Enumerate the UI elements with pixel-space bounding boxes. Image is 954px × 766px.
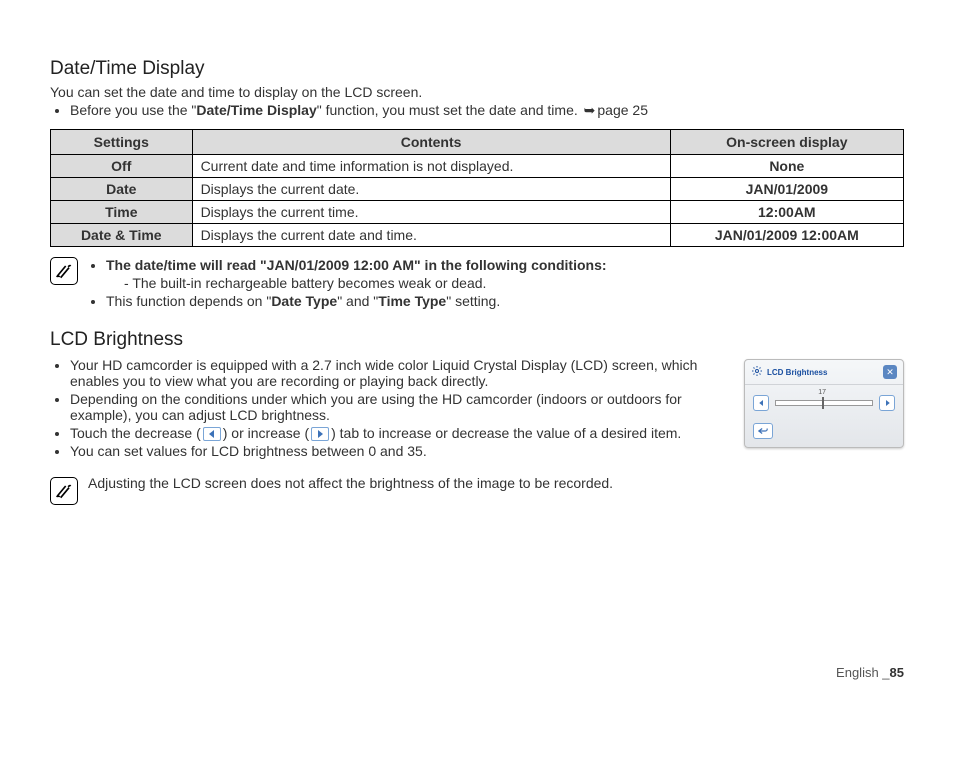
cell-contents: Displays the current date.: [192, 178, 670, 201]
table-row: Off Current date and time information is…: [51, 155, 904, 178]
note-body: Adjusting the LCD screen does not affect…: [88, 475, 904, 491]
note-icon: [50, 257, 78, 285]
table-header-row: Settings Contents On-screen display: [51, 130, 904, 155]
lcd-brightness-panel: LCD Brightness ✕ 17: [744, 359, 904, 448]
cell-display: JAN/01/2009 12:00AM: [670, 224, 903, 247]
page-footer: English _85: [50, 665, 904, 680]
th-onscreen: On-screen display: [670, 130, 903, 155]
lcd-panel-title: LCD Brightness: [767, 368, 883, 377]
table-row: Date Displays the current date. JAN/01/2…: [51, 178, 904, 201]
note-sub-line: The built-in rechargeable battery become…: [124, 275, 904, 291]
settings-table: Settings Contents On-screen display Off …: [50, 129, 904, 247]
return-button[interactable]: [753, 423, 773, 439]
cell-display: JAN/01/2009: [670, 178, 903, 201]
pre-note-bullet: Before you use the "Date/Time Display" f…: [70, 102, 904, 119]
section-title-lcd-brightness: LCD Brightness: [50, 329, 904, 351]
decrease-icon: [203, 427, 221, 441]
cell-display: 12:00AM: [670, 201, 903, 224]
note-line: This function depends on "Date Type" and…: [106, 293, 904, 309]
gear-icon: [751, 364, 763, 380]
increase-icon: [311, 427, 329, 441]
cell-contents: Current date and time information is not…: [192, 155, 670, 178]
th-settings: Settings: [51, 130, 193, 155]
slider-thumb[interactable]: [822, 397, 824, 409]
brightness-bullet: Touch the decrease () or increase () tab…: [70, 425, 726, 441]
cell-contents: Displays the current date and time.: [192, 224, 670, 247]
intro-text: You can set the date and time to display…: [50, 84, 904, 100]
th-contents: Contents: [192, 130, 670, 155]
decrease-button[interactable]: [753, 395, 769, 411]
increase-button[interactable]: [879, 395, 895, 411]
note-body: The date/time will read "JAN/01/2009 12:…: [88, 255, 904, 311]
cell-setting: Off: [51, 155, 193, 178]
table-row: Time Displays the current time. 12:00AM: [51, 201, 904, 224]
cell-contents: Displays the current time.: [192, 201, 670, 224]
note-line: The date/time will read "JAN/01/2009 12:…: [106, 257, 904, 291]
section-title-date-time: Date/Time Display: [50, 58, 904, 80]
brightness-slider[interactable]: 17: [775, 400, 873, 406]
cell-setting: Date: [51, 178, 193, 201]
cell-display: None: [670, 155, 903, 178]
cell-setting: Date & Time: [51, 224, 193, 247]
close-icon[interactable]: ✕: [883, 365, 897, 379]
slider-value: 17: [818, 389, 826, 396]
cell-setting: Time: [51, 201, 193, 224]
page-ref-arrow-icon: [582, 102, 598, 118]
note-icon: [50, 477, 78, 505]
brightness-bullet: Depending on the conditions under which …: [70, 391, 726, 423]
table-row: Date & Time Displays the current date an…: [51, 224, 904, 247]
brightness-bullet: Your HD camcorder is equipped with a 2.7…: [70, 357, 726, 389]
brightness-bullet: You can set values for LCD brightness be…: [70, 443, 726, 459]
